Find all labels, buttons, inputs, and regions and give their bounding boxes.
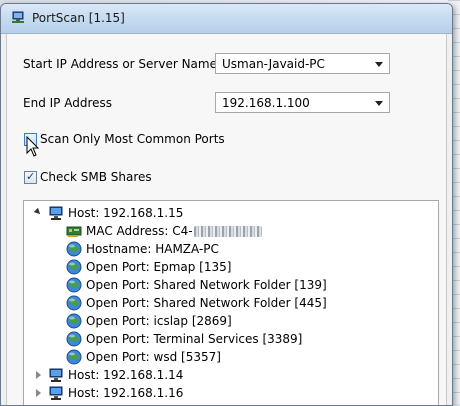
child-label: Open Port: Epmap [135]: [86, 260, 232, 274]
host-label: Host: 192.168.1.14: [68, 368, 184, 382]
end-ip-value: 192.168.1.100: [222, 96, 310, 110]
tree-child-row[interactable]: Open Port: icslap [2869]: [24, 312, 438, 330]
child-label: Hostname: HAMZA-PC: [86, 242, 219, 256]
globe-icon: [66, 331, 82, 347]
globe-icon: [66, 241, 82, 257]
collapse-arrow-icon[interactable]: [36, 389, 41, 397]
tree-child-row[interactable]: Open Port: wsd [5357]: [24, 348, 438, 366]
child-label: Open Port: Shared Network Folder [139]: [86, 278, 327, 292]
start-ip-label: Start IP Address or Server Name: [23, 57, 217, 71]
smb-shares-checkbox[interactable]: ✓: [24, 170, 37, 184]
smb-shares-label[interactable]: Check SMB Shares: [40, 170, 152, 184]
start-ip-combobox[interactable]: Usman-Javaid-PC: [215, 53, 390, 74]
portscan-window: PortScan [1.15] Start IP Address or Serv…: [0, 3, 453, 406]
tree-child-row[interactable]: Open Port: Shared Network Folder [445]: [24, 294, 438, 312]
mouse-cursor-icon: [26, 136, 40, 157]
title-bar[interactable]: PortScan [1.15]: [1, 4, 452, 34]
host-label: Host: 192.168.1.15: [68, 206, 184, 220]
end-ip-combobox[interactable]: 192.168.1.100: [215, 92, 390, 113]
globe-icon: [66, 259, 82, 275]
globe-icon: [66, 313, 82, 329]
child-label: MAC Address: C4-: [86, 224, 262, 238]
checkmark-icon: ✓: [26, 170, 36, 183]
tree-child-row[interactable]: Open Port: Epmap [135]: [24, 258, 438, 276]
end-ip-label: End IP Address: [23, 96, 112, 110]
app-network-icon: [12, 11, 24, 23]
globe-icon: [66, 277, 82, 293]
tree-child-row[interactable]: Open Port: Shared Network Folder [139]: [24, 276, 438, 294]
expand-arrow-icon[interactable]: [33, 207, 43, 217]
dropdown-arrow-icon[interactable]: [375, 101, 383, 106]
computer-icon: [49, 386, 63, 400]
dropdown-arrow-icon[interactable]: [375, 62, 383, 67]
tree-child-row[interactable]: MAC Address: C4-: [24, 222, 438, 240]
collapse-arrow-icon[interactable]: [36, 371, 41, 379]
child-label: Open Port: Terminal Services [3389]: [86, 332, 303, 346]
child-label: Open Port: wsd [5357]: [86, 350, 221, 364]
tree-child-row[interactable]: Open Port: Terminal Services [3389]: [24, 330, 438, 348]
computer-icon: [49, 368, 63, 382]
host-label: Host: 192.168.1.16: [68, 386, 184, 400]
child-label: Open Port: Shared Network Folder [445]: [86, 296, 327, 310]
globe-icon: [66, 349, 82, 365]
window-title: PortScan [1.15]: [32, 11, 125, 25]
tree-host-row[interactable]: Host: 192.168.1.16: [24, 384, 438, 402]
child-label: Open Port: icslap [2869]: [86, 314, 232, 328]
common-ports-label[interactable]: Scan Only Most Common Ports: [40, 132, 225, 146]
network-card-icon: [66, 226, 82, 237]
tree-host-row[interactable]: Host: 192.168.1.14: [24, 366, 438, 384]
globe-icon: [66, 295, 82, 311]
redacted-mac: [193, 226, 262, 237]
scan-results-tree[interactable]: Host: 192.168.1.15 MAC Address: C4- Host…: [23, 200, 439, 405]
start-ip-value: Usman-Javaid-PC: [222, 57, 325, 71]
tree-child-row[interactable]: Hostname: HAMZA-PC: [24, 240, 438, 258]
tree-host-row[interactable]: Host: 192.168.1.15: [24, 204, 438, 222]
computer-icon: [49, 206, 63, 220]
